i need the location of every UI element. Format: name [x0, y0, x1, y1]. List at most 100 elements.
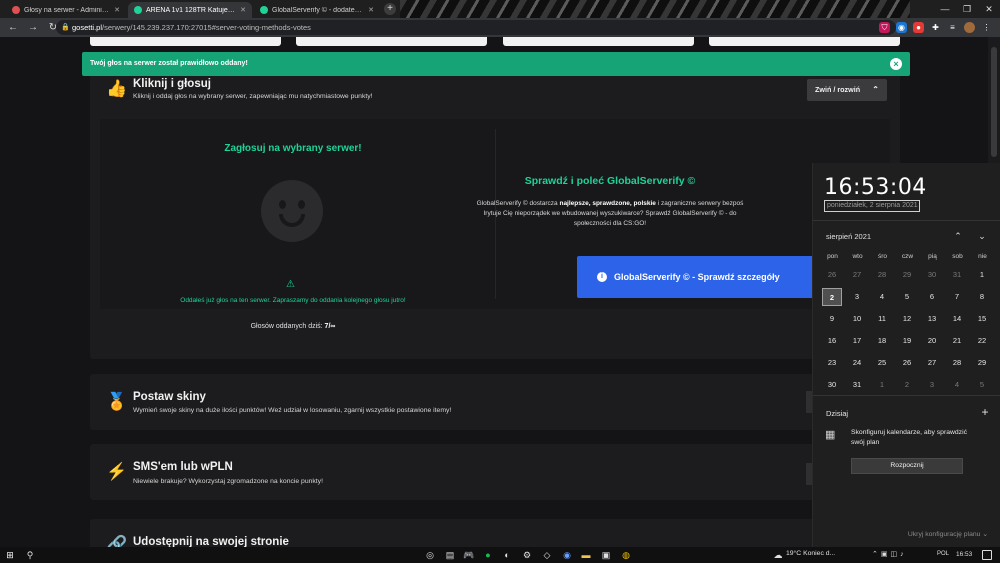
full-date-link[interactable]: poniedziałek, 2 sierpnia 2021	[824, 200, 920, 212]
calendar-day[interactable]: 27	[922, 354, 942, 372]
file-explorer-icon[interactable]: ▬	[580, 549, 592, 561]
tab-title: ARENA 1v1 128TR Katujemy.eu	[146, 6, 237, 14]
calendar-day[interactable]: 7	[947, 288, 967, 306]
calendar-day[interactable]: 4	[947, 376, 967, 394]
taskbar-clock[interactable]: 16:53	[956, 551, 972, 558]
extension-record-icon[interactable]: ●	[913, 22, 924, 33]
calendar-day[interactable]: 5	[972, 376, 992, 394]
calendar-day[interactable]: 20	[922, 332, 942, 350]
profile-avatar[interactable]	[964, 22, 975, 33]
calendar-day[interactable]: 13	[922, 310, 942, 328]
add-event-icon[interactable]: +	[978, 405, 992, 419]
back-icon[interactable]: ←	[6, 21, 20, 35]
hide-plan-link[interactable]: Ukryj konfigurację planu ⌄	[908, 530, 988, 538]
calendar-day[interactable]: 31	[947, 266, 967, 284]
taskbar-app-icon[interactable]: ▤	[444, 549, 456, 561]
minimize-window-icon[interactable]: —	[934, 0, 956, 18]
calendar-day[interactable]: 3	[922, 376, 942, 394]
calendar-day[interactable]: 11	[872, 310, 892, 328]
month-label[interactable]: sierpień 2021	[826, 232, 871, 241]
address-bar[interactable]: 🔒 gosetti.pl/serwery/145.239.237.170:270…	[56, 20, 896, 35]
calendar-day[interactable]: 14	[947, 310, 967, 328]
chrome-icon[interactable]: ◍	[620, 549, 632, 561]
top-field[interactable]	[709, 37, 900, 46]
steam-icon[interactable]: ◉	[561, 549, 573, 561]
calendar-day[interactable]: 27	[847, 266, 867, 284]
calendar-day[interactable]: 29	[972, 354, 992, 372]
taskbar-app-icon[interactable]: ◐	[501, 549, 513, 561]
tab-2[interactable]: GlobalServerify © - dodatek do ✕	[254, 2, 380, 18]
calendar-day[interactable]: 15	[972, 310, 992, 328]
start-setup-button[interactable]: Rozpocznij	[851, 458, 963, 474]
media-icon[interactable]: ≡	[947, 22, 958, 33]
input-language[interactable]: POL	[937, 551, 949, 557]
start-windows-icon[interactable]: ⊞	[4, 549, 16, 561]
calendar-day[interactable]: 1	[872, 376, 892, 394]
calendar-day[interactable]: 5	[897, 288, 917, 306]
calendar-day[interactable]: 28	[947, 354, 967, 372]
smiley-icon	[261, 180, 323, 242]
taskbar-app-icon[interactable]: ◇	[541, 549, 553, 561]
calendar-day[interactable]: 18	[872, 332, 892, 350]
weather-text[interactable]: 19°C Koniec d...	[786, 550, 835, 557]
calendar-day[interactable]: 4	[872, 288, 892, 306]
calendar-day[interactable]: 31	[847, 376, 867, 394]
calendar-day[interactable]: 6	[922, 288, 942, 306]
calendar-day[interactable]: 2	[822, 288, 842, 306]
calendar-day[interactable]: 26	[897, 354, 917, 372]
system-tray-icons[interactable]: ⌃▣◫♪	[872, 550, 907, 558]
card-sms-title: SMS'em lub wPLN	[133, 461, 233, 473]
spotify-icon[interactable]: ●	[482, 549, 494, 561]
close-tab-icon[interactable]: ✕	[114, 6, 120, 14]
calendar-day[interactable]: 30	[822, 376, 842, 394]
calendar-day[interactable]: 23	[822, 354, 842, 372]
calendar-day[interactable]: 28	[872, 266, 892, 284]
flyout-divider	[813, 395, 1000, 396]
gamepad-icon[interactable]: 🎮	[463, 549, 475, 561]
globalserverify-details-button[interactable]: i GlobalServerify © - Sprawdź szczegóły	[577, 256, 817, 298]
notification-center-icon[interactable]	[982, 550, 992, 560]
calendar-day[interactable]: 24	[847, 354, 867, 372]
calendar-day[interactable]: 12	[897, 310, 917, 328]
calendar-day[interactable]: 3	[847, 288, 867, 306]
calendar-day[interactable]: 26	[822, 266, 842, 284]
top-field[interactable]	[90, 37, 281, 46]
new-tab-button[interactable]: +	[384, 3, 396, 15]
tab-1[interactable]: ARENA 1v1 128TR Katujemy.eu ✕	[128, 2, 252, 18]
next-month-icon[interactable]: ⌄	[975, 229, 989, 243]
extension-shield-icon[interactable]: ⛉	[879, 22, 890, 33]
close-icon[interactable]: ×	[890, 58, 902, 70]
calendar-day[interactable]: 29	[897, 266, 917, 284]
calendar-day[interactable]: 2	[897, 376, 917, 394]
close-tab-icon[interactable]: ✕	[368, 6, 374, 14]
menu-kebab-icon[interactable]: ⋮	[981, 22, 992, 33]
top-field[interactable]	[296, 37, 487, 46]
collapse-toggle-button[interactable]: Zwiń / rozwiń ⌃	[807, 79, 887, 101]
tab-0[interactable]: Głosy na serwer - Administracji ✕	[6, 2, 126, 18]
calendar-day[interactable]: 16	[822, 332, 842, 350]
calendar-day[interactable]: 22	[972, 332, 992, 350]
top-field[interactable]	[503, 37, 694, 46]
maximize-window-icon[interactable]: ❐	[956, 0, 978, 18]
calendar-day[interactable]: 10	[847, 310, 867, 328]
forward-icon[interactable]: →	[26, 21, 40, 35]
taskbar-app-icon[interactable]: ▣	[600, 549, 612, 561]
smiley-eye	[298, 200, 305, 209]
calendar-day[interactable]: 21	[947, 332, 967, 350]
calendar-day[interactable]: 30	[922, 266, 942, 284]
search-icon[interactable]: ⚲	[24, 549, 36, 561]
calendar-day[interactable]: 1	[972, 266, 992, 284]
scrollbar-thumb[interactable]	[991, 47, 997, 157]
close-tab-icon[interactable]: ✕	[240, 6, 246, 14]
previous-month-icon[interactable]: ⌃	[951, 229, 965, 243]
extension-icon[interactable]: ◉	[896, 22, 907, 33]
calendar-day[interactable]: 17	[847, 332, 867, 350]
task-view-icon[interactable]: ◎	[424, 549, 436, 561]
calendar-day[interactable]: 9	[822, 310, 842, 328]
calendar-day[interactable]: 8	[972, 288, 992, 306]
taskbar-app-icon[interactable]: ⚙	[521, 549, 533, 561]
extensions-puzzle-icon[interactable]: ✚	[930, 22, 941, 33]
calendar-day[interactable]: 19	[897, 332, 917, 350]
calendar-day[interactable]: 25	[872, 354, 892, 372]
close-window-icon[interactable]: ✕	[978, 0, 1000, 18]
